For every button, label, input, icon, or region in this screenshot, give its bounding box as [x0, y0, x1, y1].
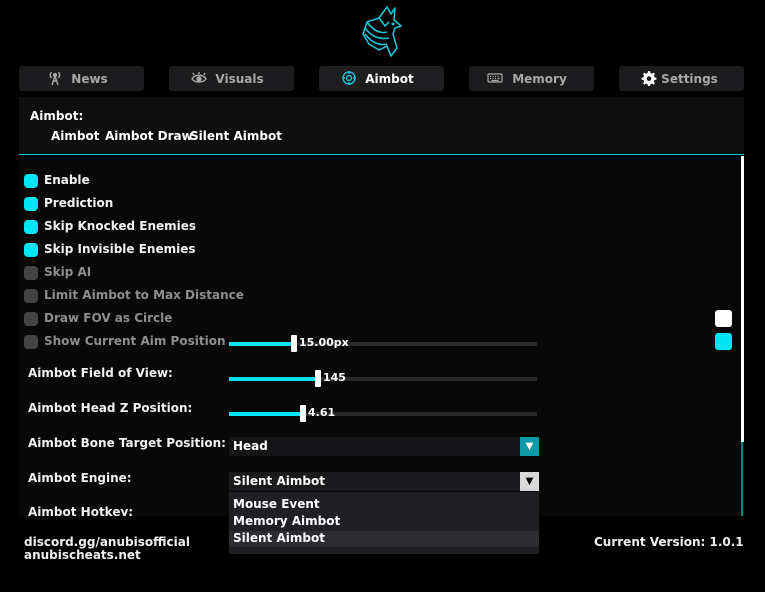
skip-ai-checkbox[interactable] [24, 266, 38, 280]
chevron-down-icon[interactable]: ▼ [520, 472, 539, 491]
select-value: Silent Aimbot [233, 474, 325, 488]
fov-thickness-slider[interactable]: 15.00px [229, 335, 537, 352]
subtab-aimbot-draw[interactable]: Aimbot Draw [105, 129, 193, 143]
limit-distance-checkbox[interactable] [24, 289, 38, 303]
fov-slider[interactable]: 145 [229, 370, 537, 387]
aim-position-color-swatch[interactable] [715, 333, 732, 350]
draw-fov-checkbox[interactable] [24, 312, 38, 326]
discord-link[interactable]: discord.gg/anubisofficial [24, 535, 190, 549]
bone-target-select[interactable]: Head ▼ [229, 437, 539, 456]
tab-label: Visuals [215, 71, 264, 86]
section-header: Aimbot: Aimbot Aimbot Draw Silent Aimbot [19, 97, 744, 155]
bone-target-label: Aimbot Bone Target Position: [28, 436, 226, 450]
antenna-icon [49, 71, 61, 86]
select-value: Head [233, 439, 268, 453]
tab-settings[interactable]: Settings [619, 66, 744, 91]
slider-value: 145 [323, 371, 346, 384]
prediction-checkbox[interactable] [24, 197, 38, 211]
tab-label: Memory [512, 71, 567, 86]
version-text: Current Version: 1.0.1 [594, 535, 744, 549]
skip-invisible-label: Skip Invisible Enemies [44, 242, 196, 256]
website-link[interactable]: anubischeats.net [24, 548, 141, 562]
option-mouse-event[interactable]: Mouse Event [229, 497, 539, 513]
prediction-label: Prediction [44, 196, 114, 210]
head-z-label: Aimbot Head Z Position: [28, 401, 193, 415]
slider-fill [229, 342, 294, 346]
skip-invisible-checkbox[interactable] [24, 243, 38, 257]
tab-memory[interactable]: Memory [469, 66, 594, 91]
skip-knocked-label: Skip Knocked Enemies [44, 219, 197, 233]
slider-fill [229, 377, 318, 381]
engine-label: Aimbot Engine: [28, 471, 132, 485]
draw-fov-label: Draw FOV as Circle [44, 311, 173, 325]
slider-fill [229, 412, 303, 416]
crosshair-icon [342, 71, 356, 85]
scrollbar-thumb[interactable] [741, 156, 744, 442]
slider-knob[interactable] [315, 370, 321, 387]
skip-ai-label: Skip AI [44, 265, 92, 279]
fov-color-swatch[interactable] [715, 310, 732, 327]
keyboard-icon [487, 73, 503, 83]
fov-label: Aimbot Field of View: [28, 366, 173, 380]
section-title: Aimbot: [30, 109, 84, 123]
tab-news[interactable]: News [19, 66, 144, 91]
show-aim-position-checkbox[interactable] [24, 335, 38, 349]
tab-label: News [71, 71, 108, 86]
tab-aimbot[interactable]: Aimbot [319, 66, 444, 91]
eye-icon [191, 72, 207, 83]
subtab-silent-aimbot[interactable]: Silent Aimbot [190, 129, 282, 143]
subtab-aimbot[interactable]: Aimbot [51, 129, 99, 143]
tab-visuals[interactable]: Visuals [169, 66, 294, 91]
engine-select[interactable]: Silent Aimbot ▼ [229, 472, 539, 491]
skip-knocked-checkbox[interactable] [24, 220, 38, 234]
head-z-slider[interactable]: 4.61 [229, 405, 537, 422]
slider-value: 15.00px [299, 336, 349, 349]
anubis-logo [362, 6, 402, 57]
option-memory-aimbot[interactable]: Memory Aimbot [229, 514, 539, 530]
show-aim-position-label: Show Current Aim Position [44, 334, 226, 348]
limit-distance-label: Limit Aimbot to Max Distance [44, 288, 244, 302]
scrollbar-lower [741, 442, 743, 516]
option-silent-aimbot[interactable]: Silent Aimbot [229, 531, 539, 547]
hotkey-label: Aimbot Hotkey: [28, 505, 134, 516]
slider-knob[interactable] [291, 335, 297, 352]
gear-icon [641, 71, 657, 86]
hotkey-clip: Aimbot Hotkey: [19, 500, 229, 516]
engine-dropdown-list: Mouse Event Memory Aimbot Silent Aimbot [229, 492, 539, 554]
enable-label: Enable [44, 173, 90, 187]
enable-checkbox[interactable] [24, 174, 38, 188]
tab-label: Aimbot [365, 71, 414, 86]
chevron-down-icon[interactable]: ▼ [520, 437, 539, 456]
slider-knob[interactable] [300, 405, 306, 422]
tab-label: Settings [661, 71, 718, 86]
slider-value: 4.61 [308, 406, 336, 419]
